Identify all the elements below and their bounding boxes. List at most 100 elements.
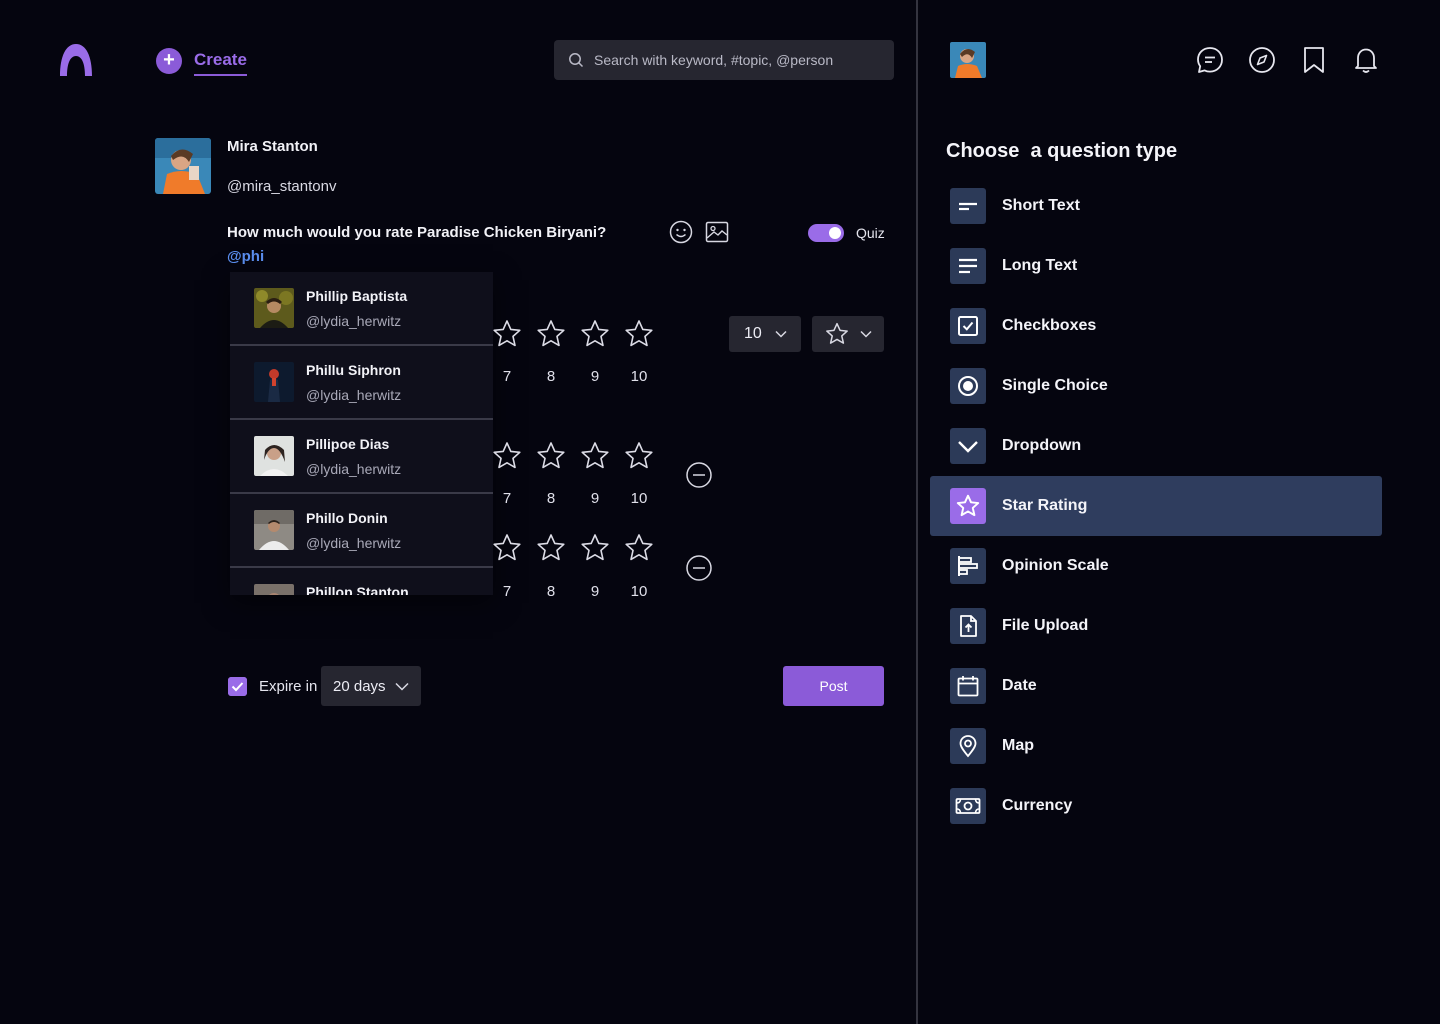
rating-star-icon[interactable]: [579, 318, 611, 350]
question-type-label: Checkboxes: [1002, 317, 1097, 334]
panel-divider: [916, 0, 918, 1024]
rating-star-icon[interactable]: [535, 440, 567, 472]
short-text-icon: [950, 188, 986, 224]
radio-icon: [950, 368, 986, 404]
remove-option-button[interactable]: [685, 461, 713, 489]
question-type-dropdown[interactable]: Dropdown: [930, 416, 1382, 476]
panel-title: Choose a question type: [946, 140, 1178, 162]
star-icon: [826, 322, 848, 344]
long-text-icon: [950, 248, 986, 284]
expire-duration-select[interactable]: 20 days: [321, 666, 421, 706]
quiz-toggle[interactable]: [808, 224, 844, 242]
rating-value-label: 7: [502, 583, 512, 600]
rating-value-label: 10: [630, 368, 648, 385]
bell-icon[interactable]: [1351, 45, 1381, 75]
mention-item[interactable]: Phillo Donin @lydia_herwitz: [230, 494, 493, 568]
rating-value-label: 9: [590, 368, 600, 385]
question-type-label: Currency: [1002, 797, 1073, 814]
question-type-label: Long Text: [1002, 257, 1078, 274]
mention-item[interactable]: Phillip Baptista @lydia_herwitz: [230, 272, 493, 346]
mention-suggestions: Phillip Baptista @lydia_herwitz Phillu S…: [230, 272, 493, 595]
bookmark-icon[interactable]: [1299, 45, 1329, 75]
rating-value-label: 8: [546, 583, 556, 600]
question-type-label: Short Text: [1002, 197, 1080, 214]
question-text[interactable]: How much would you rate Paradise Chicken…: [227, 224, 606, 241]
avatar: [254, 288, 294, 328]
plus-icon: +: [156, 48, 182, 74]
question-type-date[interactable]: Date: [930, 656, 1382, 716]
calendar-icon: [950, 668, 986, 704]
rating-value-label: 8: [546, 368, 556, 385]
app-logo[interactable]: [58, 42, 94, 78]
rating-star-icon[interactable]: [579, 440, 611, 472]
mention-item[interactable]: Phillu Siphron @lydia_herwitz: [230, 346, 493, 420]
question-type-star-rating[interactable]: Star Rating: [930, 476, 1382, 536]
scale-count-select[interactable]: 10: [729, 316, 801, 352]
question-type-label: Star Rating: [1002, 497, 1088, 514]
mention-handle: @lydia_herwitz: [306, 387, 402, 403]
mention-item[interactable]: Pillipoe Dias @lydia_herwitz: [230, 420, 493, 494]
expire-duration-value: 20 days: [333, 677, 386, 695]
rating-value-label: 8: [546, 490, 556, 507]
mention-item[interactable]: Phillop Stanton: [230, 568, 493, 595]
create-button[interactable]: + Create: [156, 48, 247, 76]
chevron-down-icon: [775, 330, 787, 338]
rating-star-icon[interactable]: [535, 318, 567, 350]
avatar: [254, 362, 294, 402]
user-avatar: [155, 138, 211, 194]
mention-name: Phillip Baptista: [306, 288, 408, 304]
rating-star-icon[interactable]: [491, 318, 523, 350]
question-type-currency[interactable]: Currency: [930, 776, 1382, 836]
image-icon[interactable]: [705, 220, 729, 244]
rating-star-icon[interactable]: [535, 532, 567, 564]
expire-checkbox[interactable]: [228, 677, 247, 696]
search-bar[interactable]: [554, 40, 894, 80]
expire-label: Expire in: [259, 678, 318, 695]
rating-value-label: 10: [630, 583, 648, 600]
compass-icon[interactable]: [1247, 45, 1277, 75]
file-upload-icon: [950, 608, 986, 644]
question-type-checkboxes[interactable]: Checkboxes: [930, 296, 1382, 356]
rating-value-label: 9: [590, 583, 600, 600]
star-icon: [950, 488, 986, 524]
quiz-label: Quiz: [856, 225, 885, 241]
chevron-down-icon: [950, 428, 986, 464]
remove-option-button[interactable]: [685, 554, 713, 582]
question-type-label: Single Choice: [1002, 377, 1108, 394]
bar-chart-icon: [950, 548, 986, 584]
rating-value-label: 9: [590, 490, 600, 507]
rating-star-icon[interactable]: [623, 318, 655, 350]
rating-star-icon[interactable]: [579, 532, 611, 564]
mention-handle: @lydia_herwitz: [306, 535, 402, 551]
create-label: Create: [194, 50, 247, 76]
rating-icon-select[interactable]: [812, 316, 884, 352]
question-type-short-text[interactable]: Short Text: [930, 176, 1382, 236]
mention-handle: @lydia_herwitz: [306, 461, 402, 477]
profile-avatar[interactable]: [950, 42, 986, 78]
rating-star-icon[interactable]: [623, 440, 655, 472]
question-type-long-text[interactable]: Long Text: [930, 236, 1382, 296]
rating-value-label: 7: [502, 490, 512, 507]
emoji-icon[interactable]: [669, 220, 693, 244]
rating-star-icon[interactable]: [491, 532, 523, 564]
question-type-file-upload[interactable]: File Upload: [930, 596, 1382, 656]
mention-name: Pillipoe Dias: [306, 436, 390, 452]
rating-value-label: 7: [502, 368, 512, 385]
search-icon: [569, 53, 584, 68]
question-type-label: Date: [1002, 677, 1037, 694]
mention-text[interactable]: @phi: [227, 248, 264, 265]
mention-name: Phillu Siphron: [306, 362, 401, 378]
search-input[interactable]: [594, 52, 884, 68]
mention-handle: @lydia_herwitz: [306, 313, 402, 329]
user-handle: @mira_stantonv: [227, 178, 337, 195]
question-type-map[interactable]: Map: [930, 716, 1382, 776]
messages-icon[interactable]: [1195, 45, 1225, 75]
rating-star-icon[interactable]: [491, 440, 523, 472]
rating-star-icon[interactable]: [623, 532, 655, 564]
map-pin-icon: [950, 728, 986, 764]
avatar: [254, 510, 294, 550]
currency-icon: [950, 788, 986, 824]
question-type-opinion-scale[interactable]: Opinion Scale: [930, 536, 1382, 596]
post-button[interactable]: Post: [783, 666, 884, 706]
question-type-single-choice[interactable]: Single Choice: [930, 356, 1382, 416]
